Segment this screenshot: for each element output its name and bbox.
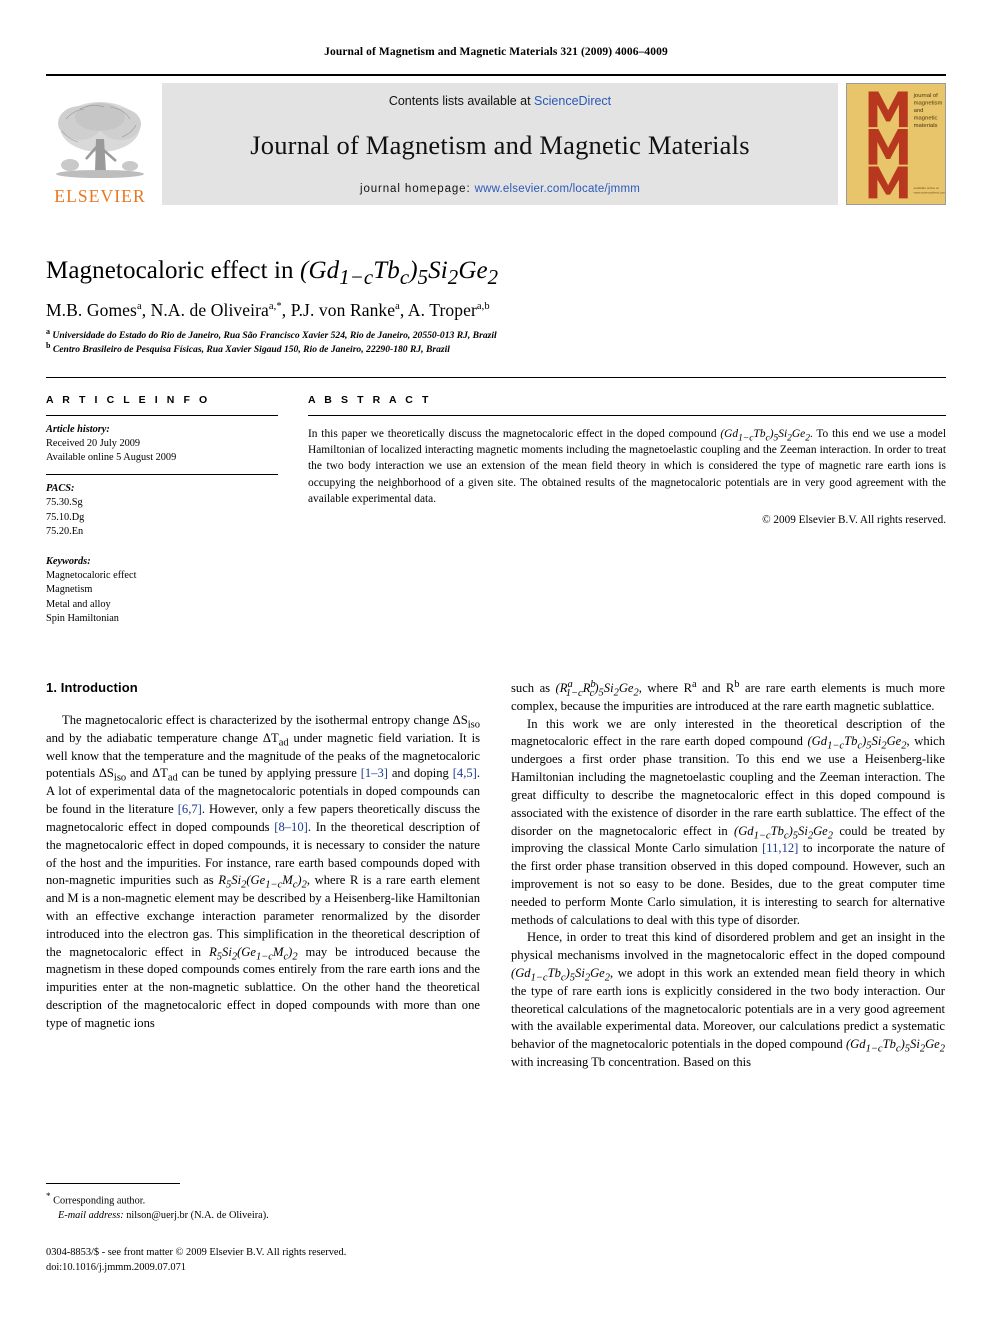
paper-page: Journal of Magnetism and Magnetic Materi… (0, 0, 992, 1323)
keyword: Spin Hamiltonian (46, 612, 119, 624)
email-label: E-mail address: (58, 1209, 124, 1221)
svg-text:and: and (914, 108, 924, 114)
section-heading-introduction: 1. Introduction (46, 680, 138, 695)
keyword: Magnetism (46, 584, 93, 596)
svg-text:magnetism: magnetism (914, 101, 943, 107)
journal-homepage-line: journal homepage: www.elsevier.com/locat… (360, 183, 640, 195)
article-history-online: Available online 5 August 2009 (46, 451, 177, 463)
abstract-column: A B S T R A C T In this paper we theoret… (308, 394, 946, 626)
paragraph-intro-4: Hence, in order to treat this kind of di… (511, 930, 945, 1070)
journal-masthead: ELSEVIER Contents lists available at Sci… (46, 74, 946, 205)
pacs-code: 75.10.Dg (46, 511, 85, 523)
abstract-copyright: © 2009 Elsevier B.V. All rights reserved… (762, 513, 946, 526)
body-columns: 1. Introduction The magnetocaloric effec… (46, 678, 946, 1072)
pacs-code: 75.20.En (46, 525, 84, 537)
elsevier-logo: ELSEVIER (46, 83, 154, 205)
article-history-received: Received 20 July 2009 (46, 437, 141, 449)
inline-formula: (Ra1−cRbc)5Si2Ge2 (555, 678, 639, 699)
inline-formula: R5Si2(Ge1−cMc)2 (209, 944, 298, 963)
keywords-label: Keywords: (46, 555, 91, 567)
article-info-column: A R T I C L E I N F O Article history: R… (46, 394, 278, 626)
keyword: Metal and alloy (46, 598, 111, 610)
author: P.J. von Rankea (290, 299, 400, 320)
imprint-block: 0304-8853/$ - see front matter © 2009 El… (46, 1246, 486, 1276)
pacs-group: PACS: 75.30.Sg 75.10.Dg 75.20.En (46, 482, 278, 539)
article-info-body: Article history: Received 20 July 2009 A… (46, 423, 278, 626)
svg-text:magnetic: magnetic (914, 116, 938, 122)
page-title: Magnetocaloric effect in (Gd1−cTbc)5Si2G… (46, 257, 946, 289)
cover-artwork: journal of magnetism and magnetic materi… (847, 84, 945, 204)
svg-text:www.sciencedirect.com: www.sciencedirect.com (914, 191, 945, 195)
keyword: Magnetocaloric effect (46, 570, 137, 582)
elsevier-wordmark: ELSEVIER (54, 185, 146, 206)
journal-cover-thumbnail: journal of magnetism and magnetic materi… (846, 83, 946, 205)
left-column: 1. Introduction The magnetocaloric effec… (46, 680, 480, 1072)
contents-prefix: Contents lists available at (388, 94, 535, 108)
author: M.B. Gomesa (46, 299, 142, 320)
footnotes-block: * Corresponding author. E-mail address: … (46, 1183, 480, 1223)
divider (46, 474, 278, 476)
journal-title: Journal of Magnetism and Magnetic Materi… (250, 130, 750, 160)
right-column: such as (Ra1−cRbc)5Si2Ge2, where Ra and … (511, 678, 946, 1072)
email-link[interactable]: nilson@uerj.br (N.A. de Oliveira). (124, 1210, 268, 1221)
doi-line[interactable]: doi:10.1016/j.jmmm.2009.07.071 (46, 1261, 486, 1276)
elsevier-tree-icon (56, 101, 144, 178)
title-plain: Magnetocaloric effect in (46, 257, 301, 284)
author: N.A. de Oliveiraa,* (150, 299, 282, 320)
citation-link[interactable]: [8–10] (274, 820, 308, 834)
paragraph-intro-3: In this work we are only interested in t… (511, 716, 946, 927)
affiliation-a: a Universidade do Estado do Rio de Janei… (46, 326, 497, 341)
journal-homepage-link[interactable]: www.elsevier.com/locate/jmmm (475, 183, 640, 195)
inline-formula: (Gd1−cTbc)5Si2Ge2 (511, 966, 611, 984)
citation-link[interactable]: [1–3] (361, 766, 388, 780)
issn-copyright-line: 0304-8853/$ - see front matter © 2009 El… (46, 1247, 347, 1258)
author-list: M.B. Gomesa, N.A. de Oliveiraa,*, P.J. v… (46, 299, 490, 320)
abstract-formula: (Gd1−cTbc)5Si2Ge2 (720, 427, 810, 443)
citation-link[interactable]: [11,12] (762, 841, 798, 855)
svg-text:available online at: available online at (914, 186, 939, 190)
inline-formula: (Gd1−cTbc)5Si2Ge2 (734, 823, 834, 842)
divider (308, 414, 946, 416)
inline-formula: R5Si2(Ge1−cMc)2 (218, 873, 307, 891)
info-abstract-row: A R T I C L E I N F O Article history: R… (46, 376, 946, 626)
svg-text:journal of: journal of (913, 93, 939, 99)
abstract-text: In this paper we theoretically discuss t… (308, 427, 946, 506)
title-block: Magnetocaloric effect in (Gd1−cTbc)5Si2G… (46, 257, 946, 357)
journal-band: Contents lists available at ScienceDirec… (162, 83, 838, 205)
asterisk-icon: * (46, 1191, 51, 1201)
running-head: Journal of Magnetism and Magnetic Materi… (324, 46, 668, 58)
affiliation-b: b Centro Brasileiro de Pesquisa Físicas,… (46, 340, 450, 355)
keywords-group: Keywords: Magnetocaloric effect Magnetis… (46, 555, 278, 626)
inline-formula: (Gd1−cTbc)5Si2Ge2 (845, 1037, 945, 1055)
author: A. Tropera,b (407, 299, 490, 320)
affiliations: a Universidade do Estado do Rio de Janei… (46, 326, 946, 357)
article-info-heading: A R T I C L E I N F O (46, 393, 211, 406)
divider (46, 414, 278, 416)
citation-link[interactable]: [6,7] (178, 802, 202, 816)
paragraph-intro-1: The magnetocaloric effect is characteriz… (46, 713, 481, 1030)
inline-formula: (Gd1−cTbc)5Si2Ge2 (807, 734, 907, 752)
article-history-label: Article history: (46, 423, 110, 435)
homepage-prefix: journal homepage: (359, 183, 475, 195)
pacs-label: PACS: (46, 483, 75, 495)
svg-text:materials: materials (914, 123, 938, 129)
abstract-heading: A B S T R A C T (308, 393, 432, 406)
citation-link[interactable]: [4,5] (453, 766, 477, 780)
paragraph-intro-2: such as (Ra1−cRbc)5Si2Ge2, where Ra and … (511, 678, 945, 713)
pacs-code: 75.30.Sg (46, 497, 83, 509)
article-history: Article history: Received 20 July 2009 A… (46, 423, 278, 466)
footnote-corresponding-author: * Corresponding author. (46, 1191, 146, 1207)
footnote-divider (46, 1183, 180, 1184)
footnote-email: E-mail address: nilson@uerj.br (N.A. de … (46, 1209, 480, 1223)
sciencedirect-link[interactable]: ScienceDirect (534, 94, 611, 108)
title-formula: (Gd1−cTbc)5Si2Ge2 (300, 257, 499, 289)
contents-available-line: Contents lists available at ScienceDirec… (389, 94, 611, 108)
